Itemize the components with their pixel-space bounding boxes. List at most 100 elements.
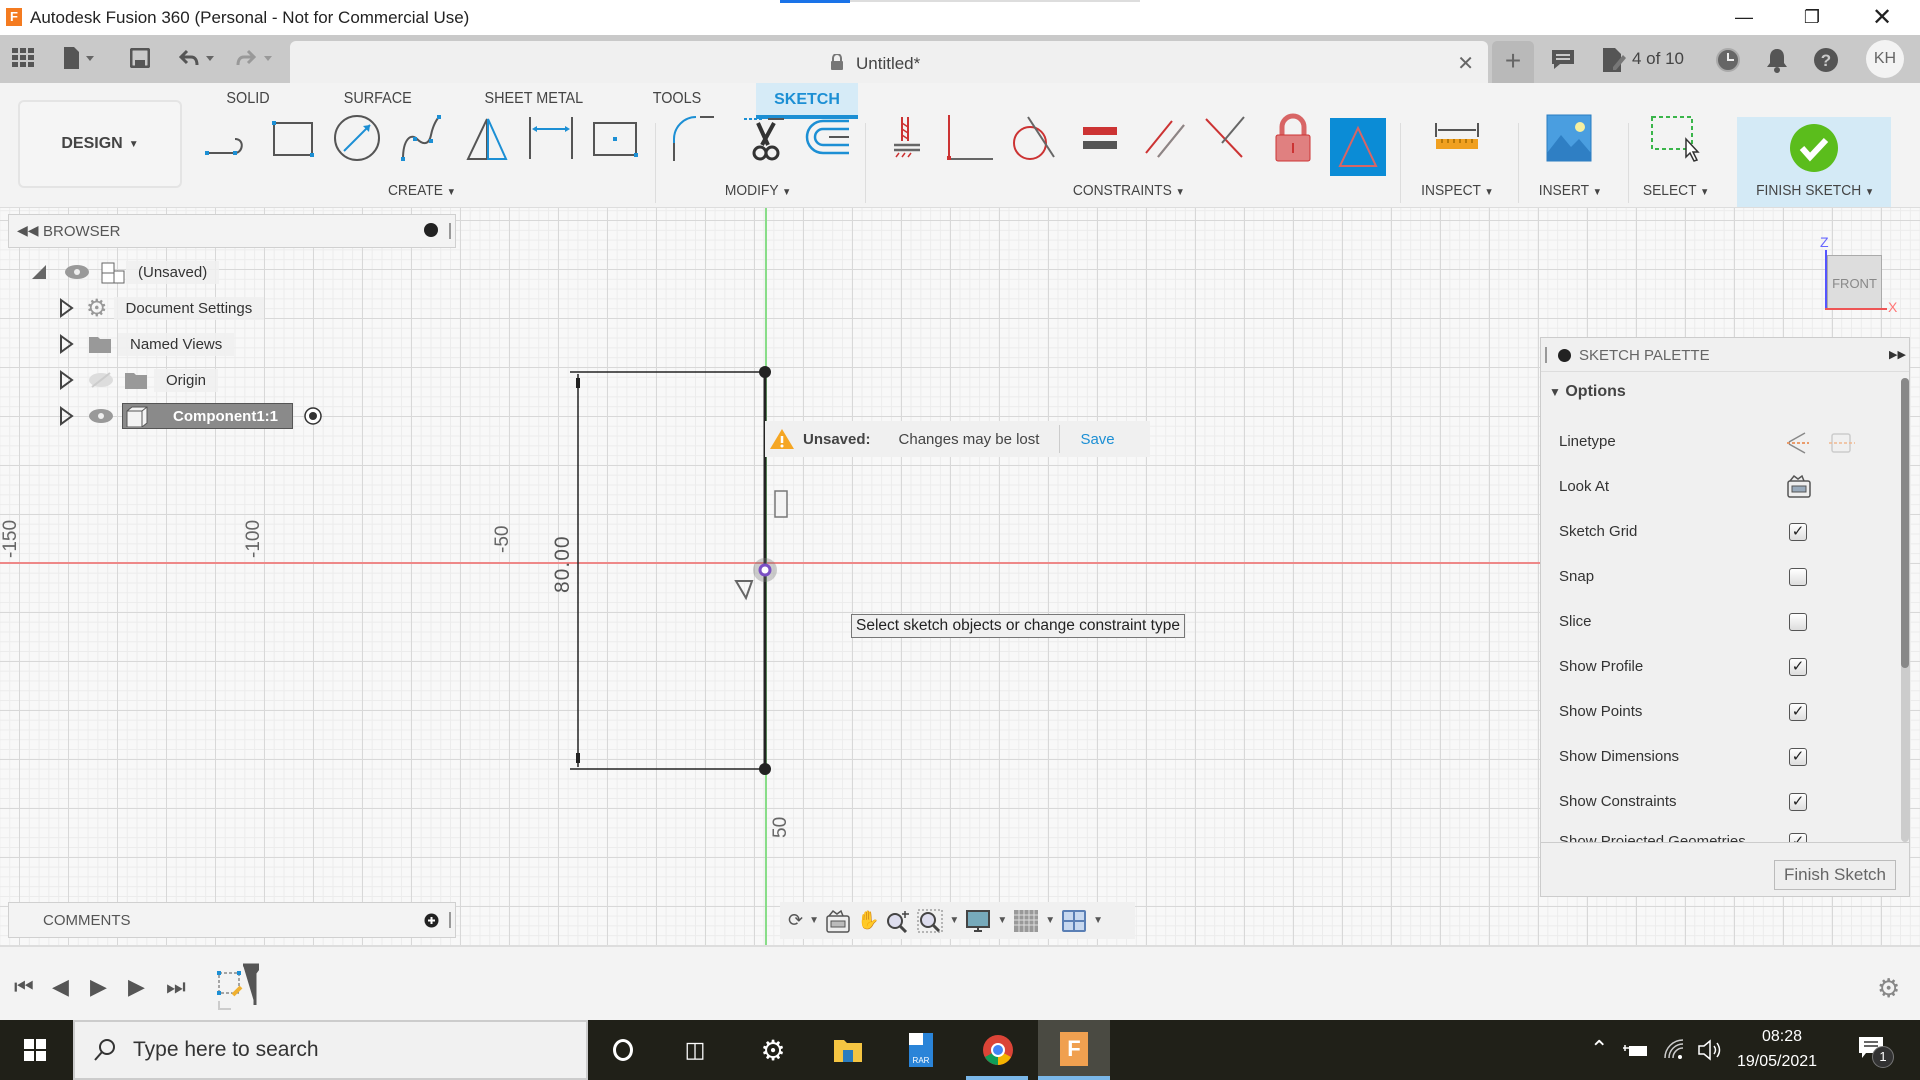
sketch-endpoint-top[interactable]: [759, 366, 771, 378]
centerline-linetype-icon[interactable]: [1829, 431, 1855, 455]
finish-sketch-button[interactable]: FINISH SKETCH ▼: [1737, 117, 1891, 207]
view-cube[interactable]: FRONT Z X: [1820, 234, 1916, 315]
pan-hand-icon[interactable]: ✋: [857, 910, 879, 931]
panel-resize-handle[interactable]: [449, 912, 451, 928]
chrome-button[interactable]: [973, 1030, 1023, 1070]
add-comment-icon[interactable]: [424, 913, 439, 928]
eye-hidden-icon[interactable]: [88, 371, 114, 389]
taskbar-search-box[interactable]: Type here to search: [73, 1020, 588, 1080]
collapse-panel-icon[interactable]: ◀◀: [17, 222, 39, 239]
show-dimensions-checkbox[interactable]: ✓: [1789, 748, 1807, 766]
minimize-panel-icon[interactable]: [1558, 349, 1571, 362]
show-profile-checkbox[interactable]: ✓: [1789, 658, 1807, 676]
vertical-constraint-icon[interactable]: [774, 490, 788, 518]
sketch-dimension-tool-icon[interactable]: [526, 113, 576, 163]
sketch-feature-icon[interactable]: [215, 963, 259, 1013]
caret-down-icon[interactable]: ▼: [1045, 915, 1055, 926]
view-cube-face[interactable]: FRONT: [1827, 255, 1882, 310]
zoom-icon[interactable]: [885, 909, 911, 933]
fit-zoom-icon[interactable]: [917, 909, 943, 933]
step-forward-icon[interactable]: ▶: [128, 974, 145, 1000]
select-tool-icon[interactable]: [1650, 113, 1700, 163]
job-status-icon[interactable]: [1601, 47, 1627, 73]
app-grid-button[interactable]: [12, 43, 34, 73]
line-tool-icon[interactable]: [203, 113, 253, 163]
redo-button[interactable]: [236, 43, 276, 73]
eye-icon[interactable]: [88, 407, 114, 425]
browser-item-named-views[interactable]: Named Views: [58, 330, 235, 358]
timeline-settings-gear-icon[interactable]: ⚙: [1877, 973, 1900, 1004]
cortana-button[interactable]: [598, 1030, 648, 1070]
fillet-tool-icon[interactable]: [670, 113, 720, 163]
browser-item-root[interactable]: (Unsaved): [30, 258, 220, 286]
tab-sheet-metal[interactable]: SHEET METAL: [484, 90, 583, 108]
tangent-constraint-icon[interactable]: [1008, 113, 1058, 163]
constraints-menu[interactable]: CONSTRAINTS ▼: [1073, 182, 1185, 199]
activate-radio-icon[interactable]: [303, 406, 323, 426]
coincident-constraint-icon[interactable]: [1200, 113, 1250, 163]
slice-checkbox[interactable]: [1789, 613, 1807, 631]
trim-tool-icon[interactable]: [740, 113, 790, 163]
notifications-bell-icon[interactable]: [1765, 47, 1789, 73]
parallel-constraint-icon[interactable]: [1140, 113, 1190, 163]
close-tab-icon[interactable]: ✕: [1457, 51, 1474, 76]
lock-constraint-icon[interactable]: [1268, 113, 1318, 163]
document-tab[interactable]: Untitled* ✕: [290, 41, 1488, 83]
offset-tool-icon[interactable]: [801, 113, 851, 163]
browser-item-origin[interactable]: Origin: [58, 366, 219, 394]
expand-triangle-icon[interactable]: [58, 298, 74, 318]
action-center-button[interactable]: 1: [1858, 1036, 1894, 1068]
finish-sketch-palette-button[interactable]: Finish Sketch: [1774, 860, 1896, 890]
sketch-grid-checkbox[interactable]: ✓: [1789, 523, 1807, 541]
panel-resize-handle[interactable]: [1545, 347, 1547, 363]
tab-tools[interactable]: TOOLS: [653, 90, 702, 108]
eye-icon[interactable]: [64, 263, 90, 281]
go-to-start-icon[interactable]: ⏮: [14, 974, 34, 1000]
display-settings-icon[interactable]: [965, 909, 991, 933]
expand-triangle-icon[interactable]: [58, 334, 74, 354]
fusion-taskbar-button[interactable]: F: [1038, 1020, 1110, 1080]
measure-tool-icon[interactable]: [1432, 113, 1482, 163]
select-menu[interactable]: SELECT ▼: [1643, 182, 1709, 199]
task-view-button[interactable]: ◫: [670, 1030, 720, 1070]
expand-panel-icon[interactable]: ▶▶: [1889, 348, 1906, 361]
options-section-toggle[interactable]: ▼ Options: [1549, 383, 1626, 401]
circle-tool-icon[interactable]: [332, 113, 382, 163]
wifi-icon[interactable]: [1663, 1038, 1687, 1060]
help-icon[interactable]: ?: [1813, 47, 1839, 73]
save-button[interactable]: [130, 43, 150, 73]
play-icon[interactable]: ▶: [90, 974, 107, 1000]
close-window-button[interactable]: ✕: [1852, 0, 1912, 35]
viewports-icon[interactable]: [1061, 909, 1087, 933]
step-back-icon[interactable]: ◀: [52, 974, 69, 1000]
browser-item-component[interactable]: Component1:1: [58, 402, 323, 430]
constraint-toggle-button[interactable]: [1330, 118, 1386, 176]
restore-button[interactable]: ❐: [1782, 0, 1842, 35]
battery-charging-icon[interactable]: [1623, 1042, 1649, 1060]
volume-icon[interactable]: [1697, 1038, 1723, 1062]
inspect-menu[interactable]: INSPECT ▼: [1421, 182, 1494, 199]
save-link[interactable]: Save: [1080, 431, 1114, 448]
perpendicular-constraint-icon[interactable]: [945, 113, 995, 163]
modify-menu[interactable]: MODIFY ▼: [725, 182, 791, 199]
workspace-switcher[interactable]: DESIGN ▼: [18, 100, 182, 188]
show-hidden-icons-chevron-icon[interactable]: ⌃: [1590, 1036, 1608, 1062]
minimize-panel-icon[interactable]: [424, 223, 438, 237]
browser-item-document-settings[interactable]: ⚙ Document Settings: [58, 294, 265, 322]
job-status-count[interactable]: 4 of 10: [1632, 49, 1684, 69]
caret-down-icon[interactable]: ▼: [949, 915, 959, 926]
go-to-end-icon[interactable]: ⏭: [166, 974, 186, 1000]
spline-tool-icon[interactable]: [397, 113, 447, 163]
insert-menu[interactable]: INSERT ▼: [1539, 182, 1602, 199]
active-component-chip[interactable]: Component1:1: [122, 403, 293, 429]
caret-down-icon[interactable]: ▼: [1093, 915, 1103, 926]
rectangle-tool-icon[interactable]: [268, 113, 318, 163]
origin-point[interactable]: [758, 563, 772, 577]
tab-surface[interactable]: SURFACE: [344, 90, 412, 108]
expand-triangle-icon[interactable]: [58, 406, 74, 426]
clock-time[interactable]: 08:28: [1762, 1028, 1802, 1046]
equal-constraint-icon[interactable]: [1075, 113, 1125, 163]
orbit-icon[interactable]: ⟳: [788, 910, 803, 931]
collapse-triangle-icon[interactable]: [30, 263, 48, 281]
mirror-tool-icon[interactable]: [462, 113, 512, 163]
